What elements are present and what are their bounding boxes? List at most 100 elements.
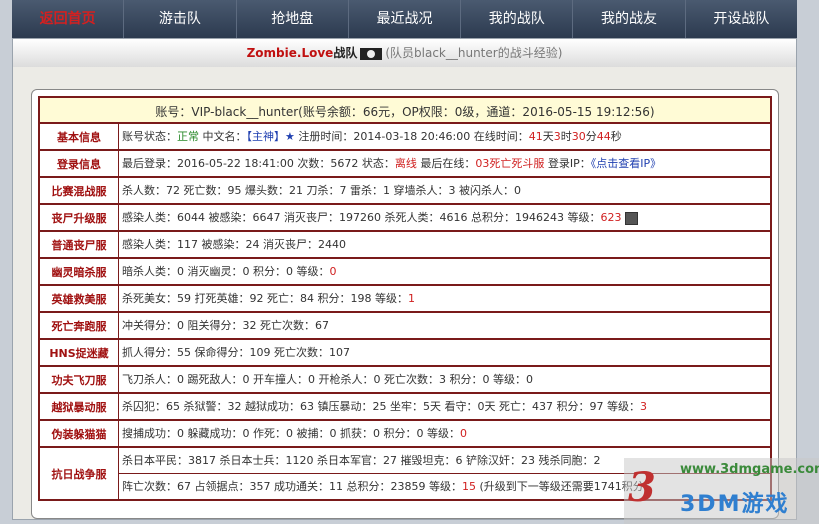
stat-row-label: 功夫飞刀服 bbox=[40, 367, 119, 392]
stat-row-values: 最后登录：2016-05-22 18:41:00 次数：5672 状态：离线 最… bbox=[119, 151, 770, 176]
stat-text: 冲关得分：0 阻关得分：32 死亡次数：67 bbox=[122, 319, 329, 332]
nav-logo-link[interactable]: 返回首页 bbox=[12, 0, 123, 38]
stat-row-label: 丧尸升级服 bbox=[40, 205, 119, 230]
account-summary: 账号：VIP-black__hunter(账号余额：66元，OP权限：0级，通道… bbox=[38, 96, 772, 124]
stat-text: 搜捕成功：0 躲藏成功：0 作死：0 被捕：0 抓获：0 积分：0 等级： bbox=[122, 427, 460, 440]
stat-text: 3 bbox=[639, 400, 647, 413]
map-icon bbox=[624, 211, 638, 225]
stat-text: 秒 bbox=[610, 130, 622, 143]
stat-line: 飞刀杀人：0 踢死敌人：0 开车撞人：0 开枪杀人：0 死亡次数：3 积分：0 … bbox=[119, 367, 770, 392]
watermark-logo-icon: 3 bbox=[628, 464, 656, 511]
top-navigation: 返回首页 游击队 抢地盘 最近战况 我的战队 我的战友 开设战队 bbox=[12, 0, 797, 38]
stat-row: 功夫飞刀服 飞刀杀人：0 踢死敌人：0 开车撞人：0 开枪杀人：0 死亡次数：3 … bbox=[38, 367, 772, 394]
stat-line: 账号状态：正常 中文名：【主神】★ 注册时间：2014-03-18 20:46:… bbox=[119, 124, 770, 149]
stat-text: 暗杀人类：0 消灭幽灵：0 积分：0 等级： bbox=[122, 265, 330, 278]
stat-row-values: 杀人数：72 死亡数：95 爆头数：21 刀杀：7 雷杀：1 穿墙杀人：3 被闪… bbox=[119, 178, 770, 203]
nav-item-recent-battles[interactable]: 最近战况 bbox=[347, 0, 460, 38]
stat-row-values: 冲关得分：0 阻关得分：32 死亡次数：67 bbox=[119, 313, 770, 338]
stat-line: 搜捕成功：0 躲藏成功：0 作死：0 被捕：0 抓获：0 积分：0 等级：0 bbox=[119, 421, 770, 446]
stat-text: 1 bbox=[407, 292, 415, 305]
view-ip-link[interactable]: 《点击查看IP》 bbox=[591, 157, 661, 170]
watermark: 3 www.3dmgame.com 3DM游戏 bbox=[624, 458, 819, 524]
nav-item-my-friends[interactable]: 我的战友 bbox=[572, 0, 684, 38]
stat-text: (升级到下一等级还需要1741积分) bbox=[475, 480, 649, 493]
stat-text: 登录IP： bbox=[544, 157, 591, 170]
stats-frame: 账号：VIP-black__hunter(账号余额：66元，OP权限：0级，通道… bbox=[31, 89, 779, 519]
page-title: Zombie.Love战队 (队员black__hunter的战斗经验) bbox=[13, 39, 796, 67]
stat-line: 感染人类：117 被感染：24 消灭丧尸：2440 bbox=[119, 232, 770, 257]
stat-text: 30 bbox=[571, 130, 586, 143]
stat-row: HNS捉迷藏 抓人得分：55 保命得分：109 死亡次数：107 bbox=[38, 340, 772, 367]
stat-line: 杀囚犯：65 杀狱警：32 越狱成功：63 镇压暴动：25 坐牢：5天 看守：0… bbox=[119, 394, 770, 419]
stat-row-values: 杀囚犯：65 杀狱警：32 越狱成功：63 镇压暴动：25 坐牢：5天 看守：0… bbox=[119, 394, 770, 419]
stat-text: 感染人类：117 被感染：24 消灭丧尸：2440 bbox=[122, 238, 346, 251]
stat-row: 英雄救美服 杀死美女：59 打死英雄：92 死亡：84 积分：198 等级：1 bbox=[38, 286, 772, 313]
stat-row: 死亡奔跑服 冲关得分：0 阻关得分：32 死亡次数：67 bbox=[38, 313, 772, 340]
stat-text: 飞刀杀人：0 踢死敌人：0 开车撞人：0 开枪杀人：0 死亡次数：3 积分：0 … bbox=[122, 373, 533, 386]
stat-row-label: 比赛混战服 bbox=[40, 178, 119, 203]
stat-row-label: 基本信息 bbox=[40, 124, 119, 149]
stat-row-values: 抓人得分：55 保命得分：109 死亡次数：107 bbox=[119, 340, 770, 365]
stat-line: 杀死美女：59 打死英雄：92 死亡：84 积分：198 等级：1 bbox=[119, 286, 770, 311]
stat-text: 杀日本平民：3817 杀日本士兵：1120 杀日本军官：27 摧毁坦克：6 铲除… bbox=[122, 454, 601, 467]
stat-row-label: HNS捉迷藏 bbox=[40, 340, 119, 365]
stat-row: 登录信息 最后登录：2016-05-22 18:41:00 次数：5672 状态：… bbox=[38, 151, 772, 178]
stat-row-values: 搜捕成功：0 躲藏成功：0 作死：0 被捕：0 抓获：0 积分：0 等级：0 bbox=[119, 421, 770, 446]
stat-row: 幽灵暗杀服 暗杀人类：0 消灭幽灵：0 积分：0 等级：0 bbox=[38, 259, 772, 286]
stat-row-label: 越狱暴动服 bbox=[40, 394, 119, 419]
stat-row-label: 抗日战争服 bbox=[40, 448, 119, 499]
stat-row: 普通丧尸服 感染人类：117 被感染：24 消灭丧尸：2440 bbox=[38, 232, 772, 259]
nav-item-guerrilla[interactable]: 游击队 bbox=[123, 0, 235, 38]
stat-text: 阵亡次数：67 占领据点：357 成功通关：11 总积分：23859 等级： bbox=[122, 480, 462, 493]
nav-item-territory[interactable]: 抢地盘 bbox=[235, 0, 348, 38]
stat-text: 【主神】★ bbox=[246, 130, 295, 143]
stat-text: 0 bbox=[329, 265, 337, 278]
stat-line: 抓人得分：55 保命得分：109 死亡次数：107 bbox=[119, 340, 770, 365]
stat-row: 越狱暴动服 杀囚犯：65 杀狱警：32 越狱成功：63 镇压暴动：25 坐牢：5天… bbox=[38, 394, 772, 421]
watermark-url: www.3dmgame.com bbox=[680, 462, 819, 477]
stat-row: 丧尸升级服 感染人类：6044 被感染：6647 消灭丧尸：197260 杀死人类… bbox=[38, 205, 772, 232]
stat-row-label: 幽灵暗杀服 bbox=[40, 259, 119, 284]
stats-rows: 基本信息 账号状态：正常 中文名：【主神】★ 注册时间：2014-03-18 20… bbox=[38, 124, 772, 501]
stat-text: 杀死美女：59 打死英雄：92 死亡：84 积分：198 等级： bbox=[122, 292, 408, 305]
stat-text: 41 bbox=[528, 130, 543, 143]
stat-row-values: 账号状态：正常 中文名：【主神】★ 注册时间：2014-03-18 20:46:… bbox=[119, 124, 770, 149]
stat-row-label: 登录信息 bbox=[40, 151, 119, 176]
stat-text: 注册时间：2014-03-18 20:46:00 在线时间： bbox=[294, 130, 529, 143]
stat-text: 15 bbox=[461, 480, 476, 493]
stat-line: 杀人数：72 死亡数：95 爆头数：21 刀杀：7 雷杀：1 穿墙杀人：3 被闪… bbox=[119, 178, 770, 203]
stat-text: 时 bbox=[560, 130, 572, 143]
stat-text: 44 bbox=[596, 130, 611, 143]
stat-text: 抓人得分：55 保命得分：109 死亡次数：107 bbox=[122, 346, 350, 359]
stat-text: 0 bbox=[459, 427, 467, 440]
stat-text: 623 bbox=[600, 211, 622, 224]
stat-text: 离线 bbox=[394, 157, 417, 170]
stat-row: 基本信息 账号状态：正常 中文名：【主神】★ 注册时间：2014-03-18 20… bbox=[38, 124, 772, 151]
stat-line: 冲关得分：0 阻关得分：32 死亡次数：67 bbox=[119, 313, 770, 338]
stat-row-label: 普通丧尸服 bbox=[40, 232, 119, 257]
stat-line: 最后登录：2016-05-22 18:41:00 次数：5672 状态：离线 最… bbox=[119, 151, 770, 176]
nav-item-my-team[interactable]: 我的战队 bbox=[460, 0, 572, 38]
stat-row-values: 暗杀人类：0 消灭幽灵：0 积分：0 等级：0 bbox=[119, 259, 770, 284]
stat-text: 03死亡死斗服 bbox=[475, 157, 545, 170]
stat-text: 杀囚犯：65 杀狱警：32 越狱成功：63 镇压暴动：25 坐牢：5天 看守：0… bbox=[122, 400, 640, 413]
stat-text: 杀人数：72 死亡数：95 爆头数：21 刀杀：7 雷杀：1 穿墙杀人：3 被闪… bbox=[122, 184, 521, 197]
stat-row-values: 杀死美女：59 打死英雄：92 死亡：84 积分：198 等级：1 bbox=[119, 286, 770, 311]
stat-text: 中文名： bbox=[199, 130, 247, 143]
stat-text: 正常 bbox=[177, 130, 199, 143]
stats-table: 账号：VIP-black__hunter(账号余额：66元，OP权限：0级，通道… bbox=[38, 96, 772, 501]
stat-row-label: 伪装躲猫猫 bbox=[40, 421, 119, 446]
stat-row-label: 英雄救美服 bbox=[40, 286, 119, 311]
stat-row-values: 飞刀杀人：0 踢死敌人：0 开车撞人：0 开枪杀人：0 死亡次数：3 积分：0 … bbox=[119, 367, 770, 392]
team-suffix: 战队 bbox=[333, 46, 358, 60]
stat-text: 3 bbox=[553, 130, 561, 143]
stat-row-label: 死亡奔跑服 bbox=[40, 313, 119, 338]
page-subtitle: (队员black__hunter的战斗经验) bbox=[385, 46, 563, 60]
stat-row: 比赛混战服 杀人数：72 死亡数：95 爆头数：21 刀杀：7 雷杀：1 穿墙杀人… bbox=[38, 178, 772, 205]
stat-line: 感染人类：6044 被感染：6647 消灭丧尸：197260 杀死人类：4616… bbox=[119, 205, 770, 230]
nav-item-create-team[interactable]: 开设战队 bbox=[684, 0, 797, 38]
stat-line: 暗杀人类：0 消灭幽灵：0 积分：0 等级：0 bbox=[119, 259, 770, 284]
stat-text: 最后在线： bbox=[416, 157, 476, 170]
team-name[interactable]: Zombie.Love bbox=[247, 46, 334, 60]
stat-text: 最后登录：2016-05-22 18:41:00 次数：5672 状态： bbox=[122, 157, 395, 170]
